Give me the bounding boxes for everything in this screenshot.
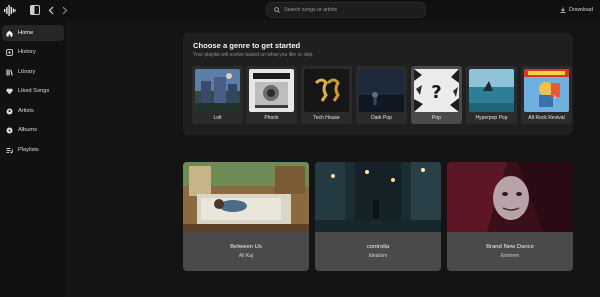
sidebar-item-label: Albums xyxy=(18,127,37,133)
genre-label: Tech House xyxy=(313,115,340,121)
sidebar-item-liked-songs[interactable]: Liked Songs xyxy=(2,83,64,99)
sidebar-item-label: Playlists xyxy=(18,147,39,153)
genre-artwork xyxy=(195,69,240,112)
genre-label: Hyperpop Pop xyxy=(475,115,508,121)
sidebar-toggle-icon[interactable] xyxy=(29,4,40,16)
sidebar-item-label: Artists xyxy=(18,108,34,114)
sidebar-item-playlists[interactable]: Playlists xyxy=(2,142,64,158)
sidebar-item-label: Library xyxy=(18,69,36,75)
svg-text:?: ? xyxy=(431,82,441,103)
album-artist: Idealism xyxy=(368,253,388,259)
genre-picker-panel: Choose a genre to get started Your playl… xyxy=(183,33,573,135)
album-artwork xyxy=(183,162,309,232)
genre-artwork xyxy=(249,69,294,112)
history-icon xyxy=(6,48,13,56)
genre-card-tech-house[interactable]: Tech House xyxy=(301,66,352,124)
sidebar-item-label: Home xyxy=(18,30,34,36)
main-content: Choose a genre to get started Your playl… xyxy=(68,20,600,297)
genre-label: Phonk xyxy=(264,115,279,121)
album-icon xyxy=(6,127,13,133)
waveform-logo-icon xyxy=(4,4,16,16)
album-card[interactable]: controlla Idealism xyxy=(315,162,441,271)
genre-label: Pop xyxy=(432,115,441,121)
back-icon[interactable] xyxy=(47,4,55,16)
genre-card-dark-pop[interactable]: Dark Pop xyxy=(356,66,407,124)
sidebar-item-label: History xyxy=(18,49,36,55)
genre-panel-subtitle: Your playlist will evolve based on what … xyxy=(193,52,314,58)
album-artwork xyxy=(315,162,441,232)
album-artist: Ali Kaj xyxy=(238,253,254,259)
playlist-icon xyxy=(6,147,13,153)
sidebar-item-home[interactable]: Home xyxy=(2,25,64,41)
search-icon xyxy=(274,7,280,13)
heart-icon xyxy=(6,88,13,94)
genre-label: Lofi xyxy=(213,115,222,121)
album-info: Between Us Ali Kaj xyxy=(183,232,309,271)
library-icon xyxy=(6,69,13,76)
genre-label: Dark Pop xyxy=(371,115,392,121)
album-title: Between Us xyxy=(230,244,262,250)
genre-panel-title: Choose a genre to get started xyxy=(193,41,301,50)
genre-artwork xyxy=(524,69,569,112)
artists-icon xyxy=(6,108,13,114)
scroll-right-icon[interactable]: › xyxy=(550,90,560,102)
sidebar-item-history[interactable]: History xyxy=(2,44,64,60)
top-bar: Search songs or artists Download xyxy=(0,0,600,20)
sidebar-item-artists[interactable]: Artists xyxy=(2,103,64,119)
search-input[interactable]: Search songs or artists xyxy=(266,2,426,18)
album-info: controlla Idealism xyxy=(315,232,441,271)
home-icon xyxy=(6,30,13,36)
forward-icon[interactable] xyxy=(61,4,69,16)
genre-card-pop[interactable]: ? Pop xyxy=(411,66,462,124)
genre-label: Alt Rock Revival xyxy=(528,115,565,121)
album-card[interactable]: Between Us Ali Kaj xyxy=(183,162,309,271)
album-title: controlla xyxy=(366,244,390,250)
sidebar-item-library[interactable]: Library xyxy=(2,64,64,80)
genre-artwork xyxy=(359,69,404,112)
album-info: Brand New Dance Eminem xyxy=(447,232,573,271)
sidebar: Home History Library Liked Songs Artists… xyxy=(0,20,68,297)
album-artist: Eminem xyxy=(500,253,520,259)
genre-artwork: ? xyxy=(414,69,459,112)
genre-artwork xyxy=(469,69,514,112)
genre-card-lofi[interactable]: Lofi xyxy=(192,66,243,124)
genre-card-hyperpop-pop[interactable]: Hyperpop Pop xyxy=(466,66,517,124)
sidebar-item-label: Liked Songs xyxy=(18,88,50,94)
album-title: Brand New Dance xyxy=(486,244,534,250)
search-placeholder: Search songs or artists xyxy=(284,7,338,13)
genre-card-phonk[interactable]: Phonk xyxy=(246,66,297,124)
album-card[interactable]: Brand New Dance Eminem xyxy=(447,162,573,271)
download-label: Download xyxy=(569,7,593,13)
sidebar-item-albums[interactable]: Albums xyxy=(2,122,64,138)
genre-artwork xyxy=(304,69,349,112)
download-icon xyxy=(560,7,566,13)
album-artwork xyxy=(447,162,573,232)
download-button[interactable]: Download xyxy=(560,5,593,15)
genre-card-alt-rock-revival[interactable]: Alt Rock Revival xyxy=(521,66,572,124)
